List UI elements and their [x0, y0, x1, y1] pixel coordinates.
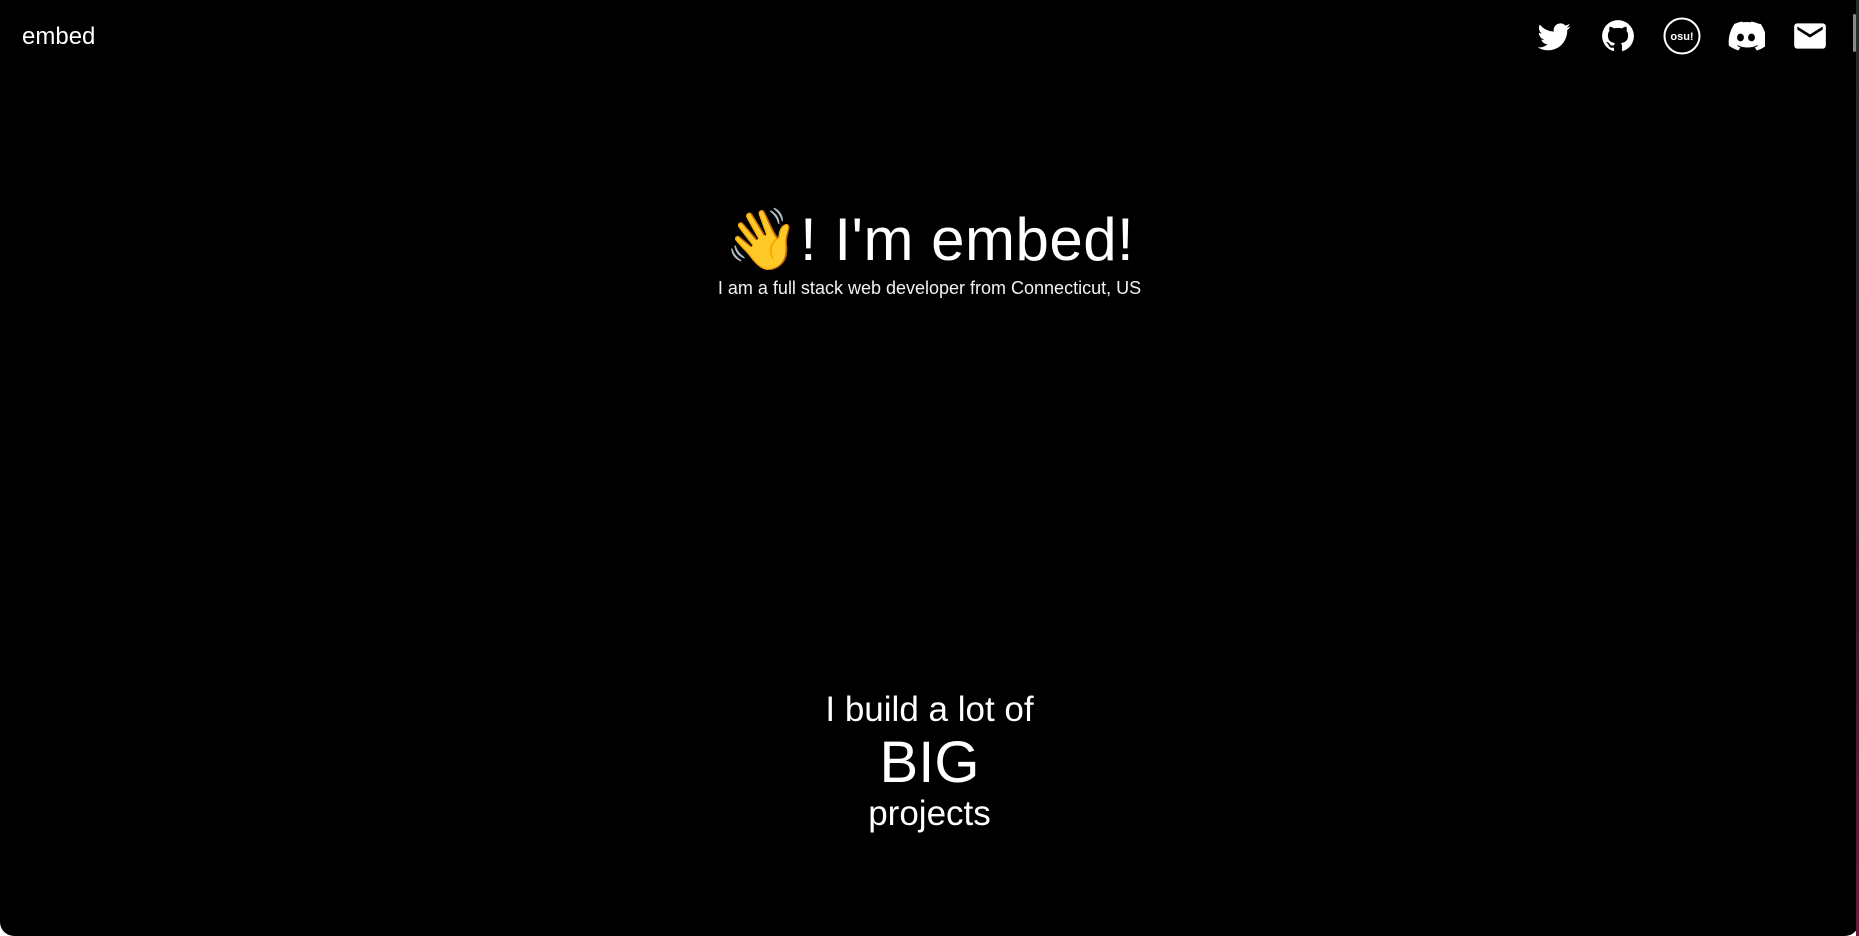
projects-line-1: I build a lot of [825, 690, 1034, 729]
site-name[interactable]: embed [22, 22, 95, 52]
osu-link[interactable]: osu! [1663, 17, 1701, 55]
discord-link[interactable] [1727, 17, 1765, 55]
top-bar: embed osu! [0, 0, 1859, 74]
mail-link[interactable] [1791, 17, 1829, 55]
projects-section: I build a lot of BIG projects [0, 688, 1859, 834]
github-link[interactable] [1599, 17, 1637, 55]
osu-icon: osu! [1663, 17, 1701, 55]
twitter-icon [1537, 23, 1571, 51]
github-icon [1602, 20, 1634, 52]
osu-icon-text: osu! [1670, 31, 1693, 43]
discord-icon [1728, 21, 1765, 51]
page-frame: embed osu! 👋! I'm embed! I am a full sta… [0, 0, 1859, 936]
hero-title-text: ! I'm embed! [799, 206, 1135, 273]
twitter-link[interactable] [1535, 17, 1573, 55]
wave-emoji: 👋 [724, 206, 800, 273]
mail-icon [1794, 23, 1826, 49]
projects-line-big: BIG [879, 730, 980, 795]
hero-title: 👋! I'm embed! [0, 205, 1859, 275]
hero-section: 👋! I'm embed! I am a full stack web deve… [0, 205, 1859, 299]
hero-subtitle: I am a full stack web developer from Con… [717, 278, 1142, 298]
projects-line-3: projects [868, 794, 991, 833]
social-links: osu! [1535, 17, 1829, 55]
